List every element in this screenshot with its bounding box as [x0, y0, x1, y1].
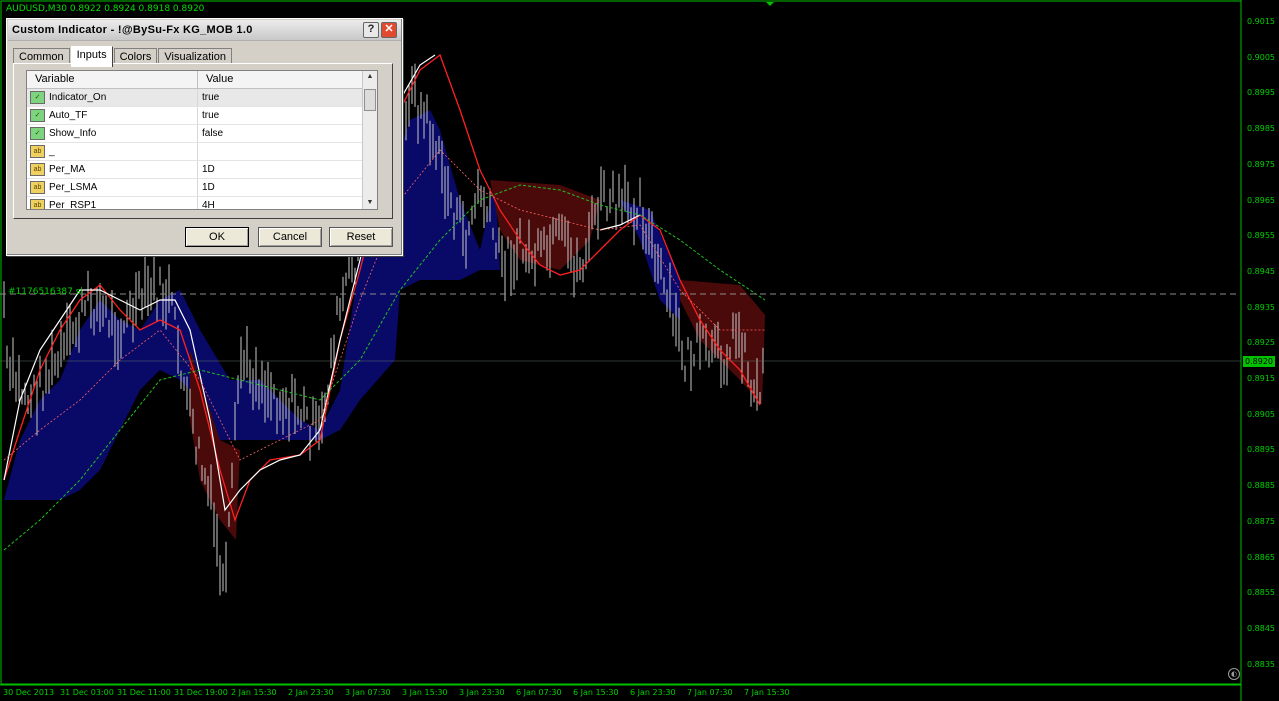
price-tick: 0.8985 — [1247, 124, 1275, 134]
bool-type-icon: ✓ — [30, 91, 45, 104]
scroll-up-icon[interactable]: ▲ — [363, 71, 377, 83]
time-tick: 2 Jan 15:30 — [231, 688, 277, 697]
scroll-thumb[interactable] — [364, 89, 376, 111]
time-tick: 7 Jan 07:30 — [687, 688, 733, 697]
input-name: Per_LSMA — [49, 182, 98, 193]
input-row-variable: ab Per_LSMA — [27, 179, 198, 196]
time-tick: 6 Jan 07:30 — [516, 688, 562, 697]
input-row[interactable]: ab Per_RSP1 4H — [27, 197, 377, 210]
input-value[interactable]: 1D — [198, 164, 362, 175]
input-row[interactable]: ab _ — [27, 143, 377, 161]
string-type-icon: ab — [30, 163, 45, 176]
price-tick: 0.8875 — [1247, 516, 1275, 526]
price-tick: 0.8925 — [1247, 338, 1275, 348]
price-tick: 0.9005 — [1247, 52, 1275, 62]
inputs-grid: Variable Value ✓ Indicator_On true ✓ Auto_TF… — [26, 70, 378, 210]
dialog-tabs: Common Inputs Colors Visualization — [13, 46, 233, 67]
price-tick: 0.9015 — [1247, 17, 1275, 26]
input-row-variable: ab Per_RSP1 — [27, 197, 198, 210]
input-name: Per_RSP1 — [49, 200, 97, 210]
price-tick: 0.8865 — [1247, 552, 1275, 562]
column-value[interactable]: Value — [198, 71, 367, 88]
dialog-titlebar[interactable]: Custom Indicator - !@BySu-Fx KG_MOB 1.0 … — [8, 20, 401, 41]
scroll-down-icon[interactable]: ▼ — [363, 197, 377, 209]
input-row-variable: ✓ Auto_TF — [27, 107, 198, 124]
input-name: Per_MA — [49, 164, 86, 175]
price-tick: 0.8995 — [1247, 88, 1275, 98]
input-row-variable: ✓ Show_Info — [27, 125, 198, 142]
close-button[interactable]: ✕ — [381, 22, 397, 38]
time-tick: 2 Jan 23:30 — [288, 688, 334, 697]
time-tick: 7 Jan 15:30 — [744, 688, 790, 697]
input-row-variable: ab _ — [27, 143, 198, 160]
inputs-panel: Variable Value ✓ Indicator_On true ✓ Auto_TF… — [13, 63, 393, 219]
time-tick: 3 Jan 15:30 — [402, 688, 448, 697]
input-name: Auto_TF — [49, 110, 88, 121]
price-tick: 0.8975 — [1247, 159, 1275, 169]
price-tick: 0.8895 — [1247, 445, 1275, 455]
help-button[interactable]: ? — [363, 22, 379, 38]
price-tick: 0.8905 — [1247, 409, 1275, 419]
price-tick: 0.8915 — [1247, 374, 1275, 383]
input-row[interactable]: ab Per_MA 1D — [27, 161, 377, 179]
reset-button[interactable]: Reset — [329, 227, 393, 247]
input-name: Show_Info — [49, 128, 97, 139]
time-tick: 3 Jan 07:30 — [345, 688, 391, 697]
indicator-cloud-bear-3 — [680, 280, 765, 405]
input-value[interactable]: true — [198, 110, 362, 121]
input-name: Indicator_On — [49, 92, 107, 103]
time-tick: 6 Jan 23:30 — [630, 688, 676, 697]
time-tick: 6 Jan 15:30 — [573, 688, 619, 697]
string-type-icon: ab — [30, 199, 45, 209]
indicator-cloud-bear-2 — [490, 180, 600, 270]
indicator-cloud-bull-2 — [620, 200, 680, 320]
input-value[interactable]: 4H — [198, 200, 362, 209]
grid-body: ✓ Indicator_On true ✓ Auto_TF true ✓ Show_Info f… — [27, 89, 377, 210]
chart-shift-icon[interactable]: ◐ — [1228, 668, 1240, 680]
time-tick: 3 Jan 23:30 — [459, 688, 505, 697]
custom-indicator-dialog: Custom Indicator - !@BySu-Fx KG_MOB 1.0 … — [6, 18, 403, 256]
time-tick: 30 Dec 2013 — [3, 688, 55, 697]
current-price-label: 0.8920 — [1243, 356, 1275, 367]
bool-type-icon: ✓ — [30, 127, 45, 140]
input-row[interactable]: ab Per_LSMA 1D — [27, 179, 377, 197]
input-row[interactable]: ✓ Show_Info false — [27, 125, 377, 143]
ok-button[interactable]: OK — [185, 227, 249, 247]
tab-inputs[interactable]: Inputs — [70, 46, 113, 67]
input-row-variable: ✓ Indicator_On — [27, 89, 198, 106]
string-type-icon: ab — [30, 181, 45, 194]
cancel-button[interactable]: Cancel — [258, 227, 322, 247]
input-value[interactable]: true — [198, 92, 362, 103]
time-tick: 31 Dec 19:00 — [174, 688, 228, 697]
input-row[interactable]: ✓ Auto_TF true — [27, 107, 377, 125]
price-tick: 0.8955 — [1247, 231, 1275, 241]
dialog-title: Custom Indicator - !@BySu-Fx KG_MOB 1.0 — [12, 24, 253, 36]
column-variable[interactable]: Variable — [27, 71, 198, 88]
input-value[interactable]: 1D — [198, 182, 362, 193]
order-label[interactable]: #1176516387 sl — [8, 287, 83, 297]
price-tick: 0.8835 — [1247, 659, 1275, 669]
string-type-icon: ab — [30, 145, 45, 158]
bool-type-icon: ✓ — [30, 109, 45, 122]
price-tick: 0.8965 — [1247, 195, 1275, 205]
price-tick: 0.8855 — [1247, 588, 1275, 598]
price-tick: 0.8885 — [1247, 481, 1275, 491]
input-value[interactable]: false — [198, 128, 362, 139]
grid-scrollbar[interactable]: ▲ ▼ — [362, 71, 377, 209]
symbol-info: AUDUSD,M30 0.8922 0.8924 0.8918 0.8920 — [6, 4, 205, 14]
price-tick: 0.8935 — [1247, 302, 1275, 312]
input-name: _ — [49, 146, 55, 157]
input-row[interactable]: ✓ Indicator_On true — [27, 89, 377, 107]
price-tick: 0.8945 — [1247, 266, 1275, 276]
price-tick: 0.8845 — [1247, 623, 1275, 633]
grid-header: Variable Value — [27, 71, 377, 89]
shift-marker-icon — [766, 2, 774, 6]
time-tick: 31 Dec 11:00 — [117, 688, 171, 697]
time-tick: 31 Dec 03:00 — [60, 688, 114, 697]
input-row-variable: ab Per_MA — [27, 161, 198, 178]
